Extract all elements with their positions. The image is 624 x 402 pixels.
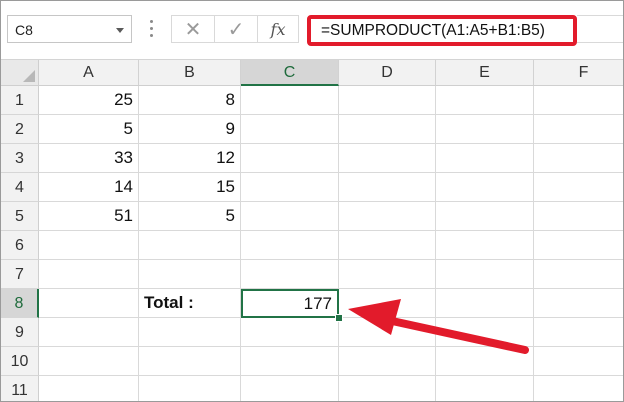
arrow-shaft: [379, 315, 529, 354]
excel-window: C8 ✕ ✓ fx =SUMPRODUCT(A1:A5+B1:B5) ABCDE…: [0, 0, 624, 402]
arrow-head: [348, 299, 401, 335]
annotation-arrow: [348, 299, 529, 354]
